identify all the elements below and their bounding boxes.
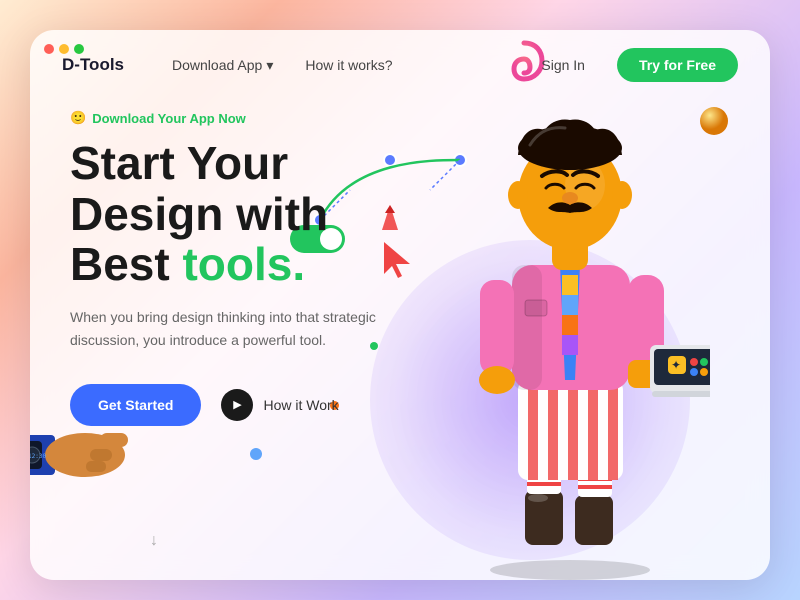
hero-title: Start Your Design with Best tools.: [70, 138, 430, 290]
nav-download[interactable]: Download App ▾: [172, 57, 273, 74]
how-it-work-button[interactable]: ▶ How it Work: [221, 389, 338, 421]
get-started-button[interactable]: Get Started: [70, 384, 201, 426]
character-svg: ✦: [430, 80, 710, 580]
tag-emoji: 🙂: [70, 110, 86, 126]
character-area: ✦: [400, 60, 740, 580]
try-for-free-button[interactable]: Try for Free: [617, 48, 738, 82]
chevron-down-icon: ▾: [266, 57, 273, 74]
play-icon: ▶: [221, 389, 253, 421]
hero-buttons: Get Started ▶ How it Work: [70, 384, 430, 426]
down-arrow-decoration: ↓: [150, 532, 158, 550]
hero-description: When you bring design thinking into that…: [70, 306, 380, 352]
tag-text: Download Your App Now: [92, 111, 246, 126]
hero-section: 🙂 Download Your App Now Start Your Desig…: [70, 110, 430, 426]
sphere-decoration: [698, 105, 730, 142]
hand-decoration: 12:30: [30, 415, 130, 500]
nav-howworks[interactable]: How it works?: [305, 57, 392, 73]
nav-signin[interactable]: Sign In: [541, 57, 585, 73]
navbar: D-Tools Download App ▾ How it works? Sig…: [30, 30, 770, 100]
dot-blue-decoration: [250, 448, 262, 460]
logo: D-Tools: [62, 55, 124, 75]
svg-text:12:30: 12:30: [30, 453, 46, 460]
svg-text:✦: ✦: [671, 358, 681, 372]
hero-tag: 🙂 Download Your App Now: [70, 110, 430, 126]
main-card: D-Tools Download App ▾ How it works? Sig…: [30, 30, 770, 580]
